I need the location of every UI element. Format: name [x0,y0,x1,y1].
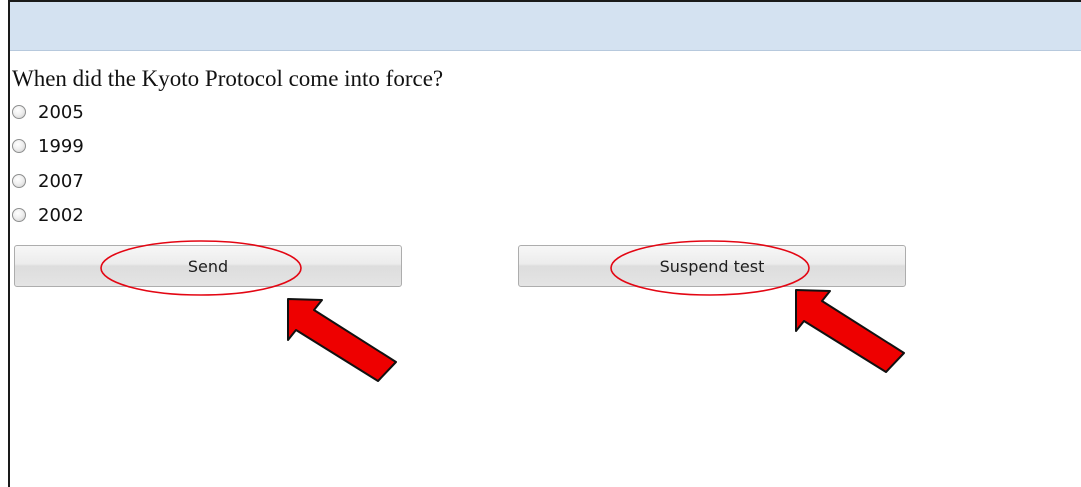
answer-label: 2002 [38,204,84,226]
radio-button[interactable] [12,139,26,153]
suspend-test-button[interactable]: Suspend test [518,245,906,287]
answer-option-4[interactable]: 2002 [12,201,84,229]
radio-button[interactable] [12,174,26,188]
answer-label: 2007 [38,170,84,192]
send-button[interactable]: Send [14,245,402,287]
test-window: When did the Kyoto Protocol come into fo… [8,0,1081,487]
answer-label: 1999 [38,135,84,157]
answer-label: 2005 [38,101,84,123]
radio-button[interactable] [12,105,26,119]
radio-button[interactable] [12,208,26,222]
header-bar [10,2,1081,51]
answer-option-2[interactable]: 1999 [12,132,84,160]
question-text: When did the Kyoto Protocol come into fo… [12,66,444,91]
answer-option-1[interactable]: 2005 [12,98,84,126]
answer-option-3[interactable]: 2007 [12,167,84,195]
